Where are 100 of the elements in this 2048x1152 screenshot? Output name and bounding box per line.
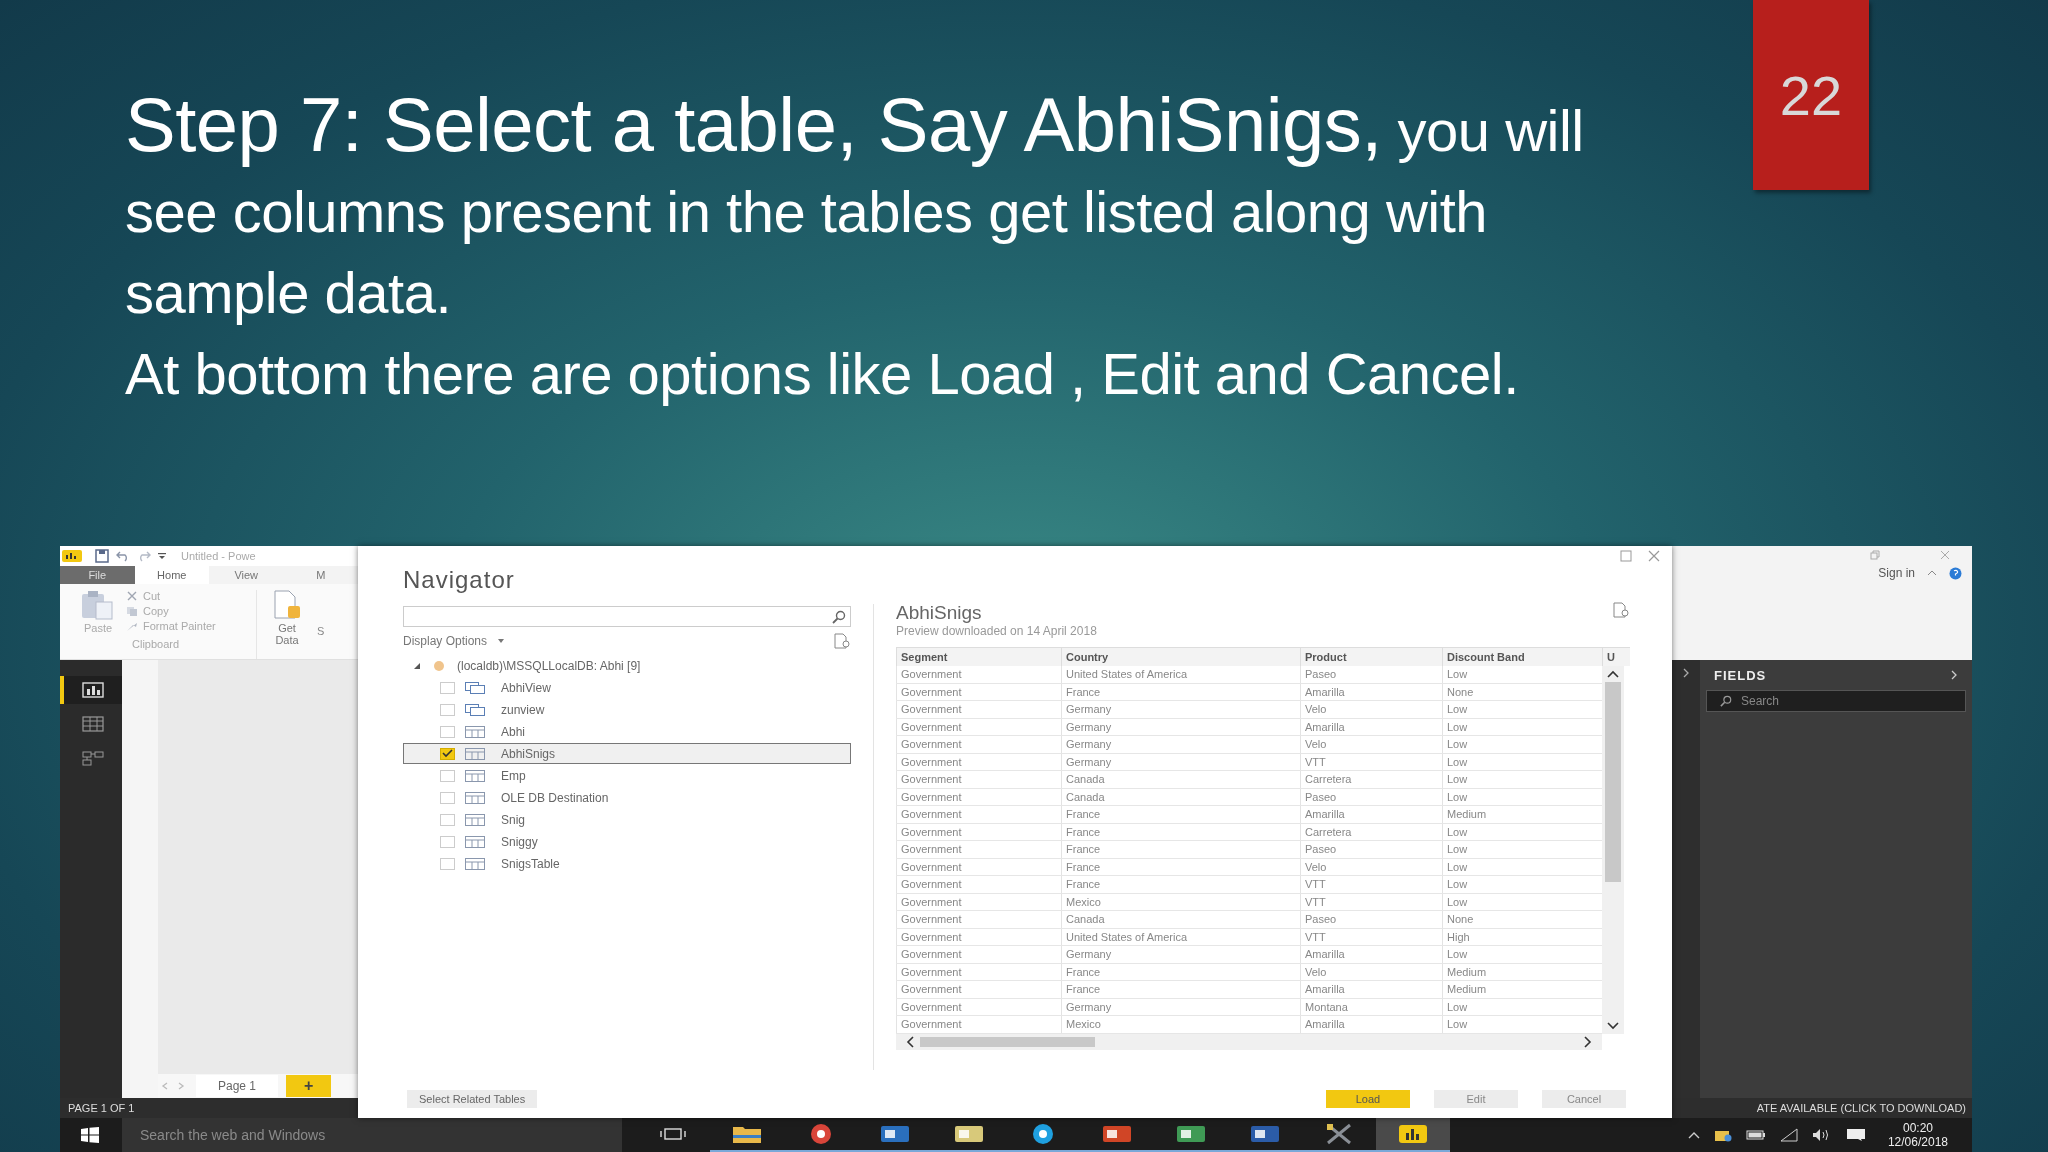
ribbon-tab[interactable]: View [209,566,284,584]
status-text: PAGE 1 OF 1 [68,1102,135,1114]
table-cell: VTT [1300,753,1442,770]
customize-caret-icon[interactable] [158,552,166,560]
table-cell: Carretera [1300,823,1442,840]
checkbox[interactable] [440,813,455,826]
refresh-document-icon[interactable] [833,633,851,649]
table-cell: Velo [1300,701,1442,718]
tree-item[interactable]: AbhiView [403,677,851,698]
dialog-button[interactable]: Edit [1434,1090,1518,1108]
table-cell: Government [896,893,1061,910]
table-cell: Government [896,911,1061,928]
table-cell: Germany [1061,753,1300,770]
scroll-up-icon[interactable] [1607,670,1619,678]
display-options-dropdown[interactable]: Display Options [403,634,506,648]
table-cell: Velo [1300,858,1442,875]
ribbon-tab[interactable]: Home [134,566,209,584]
dialog-button[interactable]: Cancel [1542,1090,1626,1108]
table-cell: Amarilla [1300,981,1442,998]
tree-item[interactable]: (localdb)\MSSQLLocalDB: Abhi [9] [457,658,641,673]
expand-triangle-icon[interactable] [413,661,421,670]
get-data-label[interactable]: Get Data [270,622,304,646]
clock-date[interactable]: 12/06/2018 [1887,1135,1948,1149]
tree-item[interactable]: SnigsTable [403,853,851,874]
table-cell: France [1061,806,1300,823]
help-icon[interactable] [1949,566,1962,580]
file-tab[interactable]: File [60,566,135,584]
vertical-scrollbar[interactable] [1602,666,1624,1034]
tree-item[interactable]: Emp [403,765,851,786]
table-icon [465,769,485,782]
table-icon [465,725,485,738]
tree-item[interactable]: zunview [403,699,851,720]
tree-item[interactable]: OLE DB Destination [403,787,851,808]
dialog-title: Navigator [403,566,516,594]
clock-time[interactable]: 00:20 [1902,1121,1933,1135]
page-tab[interactable]: Page 1 [196,1075,279,1097]
column-header: Segment [896,648,1061,666]
chevron-right-icon[interactable] [1950,670,1958,680]
scroll-left-icon[interactable] [906,1035,914,1048]
undo-icon[interactable] [116,550,130,562]
close-icon[interactable] [1648,550,1660,562]
table-cell: VTT [1300,893,1442,910]
chevron-up-icon[interactable] [1687,1131,1700,1139]
table-icon [465,813,485,826]
table-cell: Canada [1061,771,1300,788]
search-field[interactable]: Search the web and Windows [122,1118,622,1152]
dialog-button[interactable]: Load [1326,1090,1410,1108]
windows-start-icon[interactable] [80,1127,100,1143]
taskbar-app[interactable] [1376,1118,1450,1152]
grid-icon [82,716,104,732]
table-cell: Government [896,736,1061,753]
caret-icon [497,638,506,644]
bar-chart-icon [1398,1124,1428,1144]
checkbox[interactable] [440,747,455,760]
table-cell: Carretera [1300,771,1442,788]
table-icon [465,747,485,760]
checkbox[interactable] [440,791,455,804]
table-cell: Amarilla [1300,806,1442,823]
checkbox[interactable] [440,681,455,694]
refresh-document-icon[interactable] [1612,602,1630,618]
tree-item[interactable]: Snig [403,809,851,830]
add-page-button[interactable]: + [286,1075,332,1097]
save-icon[interactable] [95,549,109,563]
checkbox[interactable] [440,835,455,848]
table-cell: France [1061,683,1300,700]
scroll-down-icon[interactable] [1607,1021,1619,1030]
table-icon [465,857,485,870]
search-field[interactable]: Search [1706,690,1966,712]
table-cell: Amarilla [1300,718,1442,735]
preview-title: AbhiSnigs [896,602,983,624]
table-cell: France [1061,858,1300,875]
view-switch[interactable] [60,676,122,704]
table-cell: Paseo [1300,788,1442,805]
select-related-tables-button[interactable]: Select Related Tables [407,1090,538,1108]
scroll-right-icon[interactable] [1584,1035,1592,1048]
folder-sync-icon[interactable] [1713,1128,1732,1142]
tree-item[interactable]: AbhiSnigs [403,743,851,764]
checkbox[interactable] [440,703,455,716]
ribbon-tab[interactable]: M [283,566,358,584]
battery-icon[interactable] [1745,1130,1766,1140]
table-cell: United States of America [1061,928,1300,945]
column-header: Discount Band [1442,648,1602,666]
checkbox[interactable] [440,769,455,782]
app-tile-icon [880,1124,910,1144]
wifi-icon[interactable] [1779,1128,1798,1142]
tree-item[interactable]: Sniggy [403,831,851,852]
sign-in-link[interactable]: Sign in [1878,566,1915,580]
table-cell: Government [896,981,1061,998]
table-cell: Germany [1061,736,1300,753]
table-cell: Government [896,823,1061,840]
table-cell: France [1061,841,1300,858]
chevron-right-icon[interactable] [1682,668,1690,678]
checkbox[interactable] [440,857,455,870]
tree-item[interactable]: Abhi [403,721,851,742]
checkbox[interactable] [440,725,455,738]
table-cell: Montana [1300,998,1442,1015]
message-icon[interactable] [1845,1128,1866,1142]
table-cell: VTT [1300,876,1442,893]
ribbon-group-label: Clipboard [131,638,181,650]
table-cell: Canada [1061,911,1300,928]
